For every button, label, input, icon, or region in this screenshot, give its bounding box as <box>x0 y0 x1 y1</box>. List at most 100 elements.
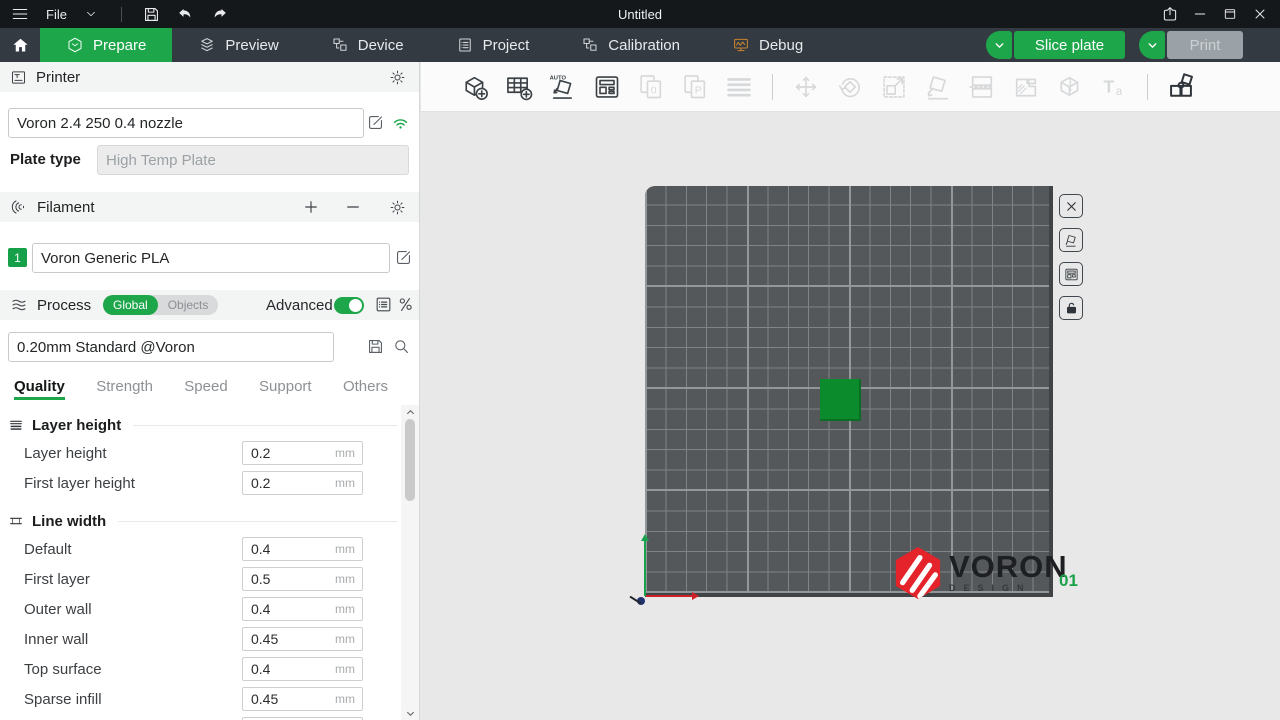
setting-input[interactable]: 0.5mm <box>242 567 363 591</box>
plate-type-select[interactable]: High Temp Plate <box>97 145 409 175</box>
scroll-up-icon[interactable] <box>401 405 419 419</box>
add-object-button[interactable] <box>457 69 493 105</box>
edit-printer-icon[interactable] <box>366 113 385 132</box>
minimize-button[interactable] <box>1188 2 1212 26</box>
slice-dropdown-button[interactable] <box>986 31 1012 59</box>
filament-preset-select[interactable]: Voron Generic PLA <box>32 243 390 273</box>
redo-button[interactable] <box>208 2 232 26</box>
setting-row: Layer height0.2mm <box>0 438 401 468</box>
title-bar: File Untitled <box>0 0 1280 28</box>
setting-row: Outer wall0.4mm <box>0 594 401 624</box>
main-tab-bar: PreparePreviewDeviceProjectCalibrationDe… <box>0 28 1280 62</box>
variable-layers-button <box>721 69 757 105</box>
scroll-down-icon[interactable] <box>401 706 419 720</box>
assembly-button[interactable] <box>1163 69 1199 105</box>
save-button[interactable] <box>140 2 164 26</box>
gear-icon[interactable] <box>389 199 406 216</box>
setting-row: Top surface0.4mm <box>0 654 401 684</box>
tab-project[interactable]: Project <box>430 28 556 62</box>
main-menu-button[interactable] <box>8 2 32 26</box>
setting-row: Sparse infill0.45mm <box>0 684 401 714</box>
delete-plate-button[interactable] <box>1059 194 1083 218</box>
settings-tab-others[interactable]: Others <box>343 373 388 400</box>
save-preset-icon[interactable] <box>366 337 385 356</box>
redo-icon <box>210 5 229 24</box>
file-menu-dropdown[interactable] <box>79 2 103 26</box>
import-params-icon: P <box>681 73 709 101</box>
settings-tab-support[interactable]: Support <box>259 373 312 400</box>
printer-preset-select[interactable]: Voron 2.4 250 0.4 nozzle <box>8 108 364 138</box>
print-dropdown-button[interactable] <box>1139 31 1165 59</box>
tab-prepare[interactable]: Prepare <box>40 28 172 62</box>
auto-orient-button[interactable]: AUTO <box>545 69 581 105</box>
axis-x-red <box>646 595 696 597</box>
lock-plate-button[interactable] <box>1059 296 1083 320</box>
gear-icon[interactable] <box>389 69 406 86</box>
tab-calibration[interactable]: Calibration <box>555 28 706 62</box>
edit-filament-icon[interactable] <box>394 248 413 267</box>
scope-global-option[interactable]: Global <box>103 295 158 315</box>
minimize-icon <box>1192 6 1208 22</box>
svg-text:P: P <box>695 84 702 96</box>
setting-input[interactable]: 0.4mm <box>242 597 363 621</box>
scrollbar-thumb[interactable] <box>405 419 415 501</box>
advanced-toggle[interactable] <box>334 297 364 314</box>
setting-label: Outer wall <box>0 601 242 618</box>
layer-height-icon <box>8 417 24 433</box>
settings-scrollbar[interactable] <box>401 405 419 720</box>
tab-device[interactable]: Device <box>305 28 430 62</box>
tab-debug[interactable]: Debug <box>706 28 829 62</box>
lay-on-face-button <box>920 69 956 105</box>
printer-section-title: Printer <box>36 69 80 86</box>
setting-input[interactable]: 0.45 mm <box>242 627 363 651</box>
print-button[interactable]: Print <box>1167 31 1243 59</box>
setting-input[interactable]: 0.4mm <box>242 537 363 561</box>
add-plate-button[interactable] <box>501 69 537 105</box>
svg-text:a: a <box>1116 85 1123 98</box>
import-geometry-icon: 0 <box>637 73 665 101</box>
model-cube[interactable] <box>820 379 861 421</box>
search-settings-icon[interactable] <box>396 295 415 314</box>
setting-value: 0.4 <box>251 658 270 680</box>
param-list-icon[interactable] <box>374 295 393 314</box>
setting-input[interactable]: 0.2mm <box>242 441 363 465</box>
slice-plate-button[interactable]: Slice plate <box>1014 31 1125 59</box>
tab-preview[interactable]: Preview <box>172 28 304 62</box>
setting-input[interactable]: 0.45mm <box>242 687 363 711</box>
setting-row: First layer height0.2mm <box>0 468 401 498</box>
setting-label: Inner wall <box>0 631 242 648</box>
print-split-button: Print <box>1139 31 1243 59</box>
setting-input[interactable]: 0.4mm <box>242 657 363 681</box>
scope-objects-option[interactable]: Objects <box>158 295 219 315</box>
process-layers-icon <box>10 296 28 314</box>
orient-plate-button[interactable] <box>1059 228 1083 252</box>
share-button[interactable] <box>1158 2 1182 26</box>
setting-unit: mm <box>335 628 355 650</box>
build-plate[interactable]: VORON DESIGN <box>645 186 1053 597</box>
arrange-button[interactable] <box>589 69 625 105</box>
wifi-icon[interactable] <box>391 114 410 133</box>
plate-type-label: Plate type <box>10 151 81 168</box>
search-icon[interactable] <box>392 337 411 356</box>
filament-slot-badge[interactable]: 1 <box>8 248 27 267</box>
setting-label: First layer height <box>0 475 242 492</box>
maximize-button[interactable] <box>1218 2 1242 26</box>
settings-tab-quality[interactable]: Quality <box>14 373 65 400</box>
remove-filament-icon[interactable] <box>345 199 361 215</box>
setting-label: Sparse infill <box>0 691 242 708</box>
close-button[interactable] <box>1248 2 1272 26</box>
setting-input[interactable]: 0.2mm <box>242 471 363 495</box>
arrange-plate-button[interactable] <box>1059 262 1083 286</box>
undo-button[interactable] <box>174 2 198 26</box>
scale-button <box>876 69 912 105</box>
setting-value: 0.45 <box>251 628 278 650</box>
lay-on-face-icon <box>924 73 952 101</box>
printer-preset-value: Voron 2.4 250 0.4 nozzle <box>17 115 183 132</box>
process-scope-toggle: Global Objects <box>103 295 218 315</box>
settings-tab-strength[interactable]: Strength <box>96 373 153 400</box>
home-button[interactable] <box>0 28 40 62</box>
add-filament-icon[interactable] <box>303 199 319 215</box>
file-menu-label[interactable]: File <box>46 7 67 22</box>
process-preset-select[interactable]: 0.20mm Standard @Voron <box>8 332 334 362</box>
settings-tab-speed[interactable]: Speed <box>184 373 227 400</box>
